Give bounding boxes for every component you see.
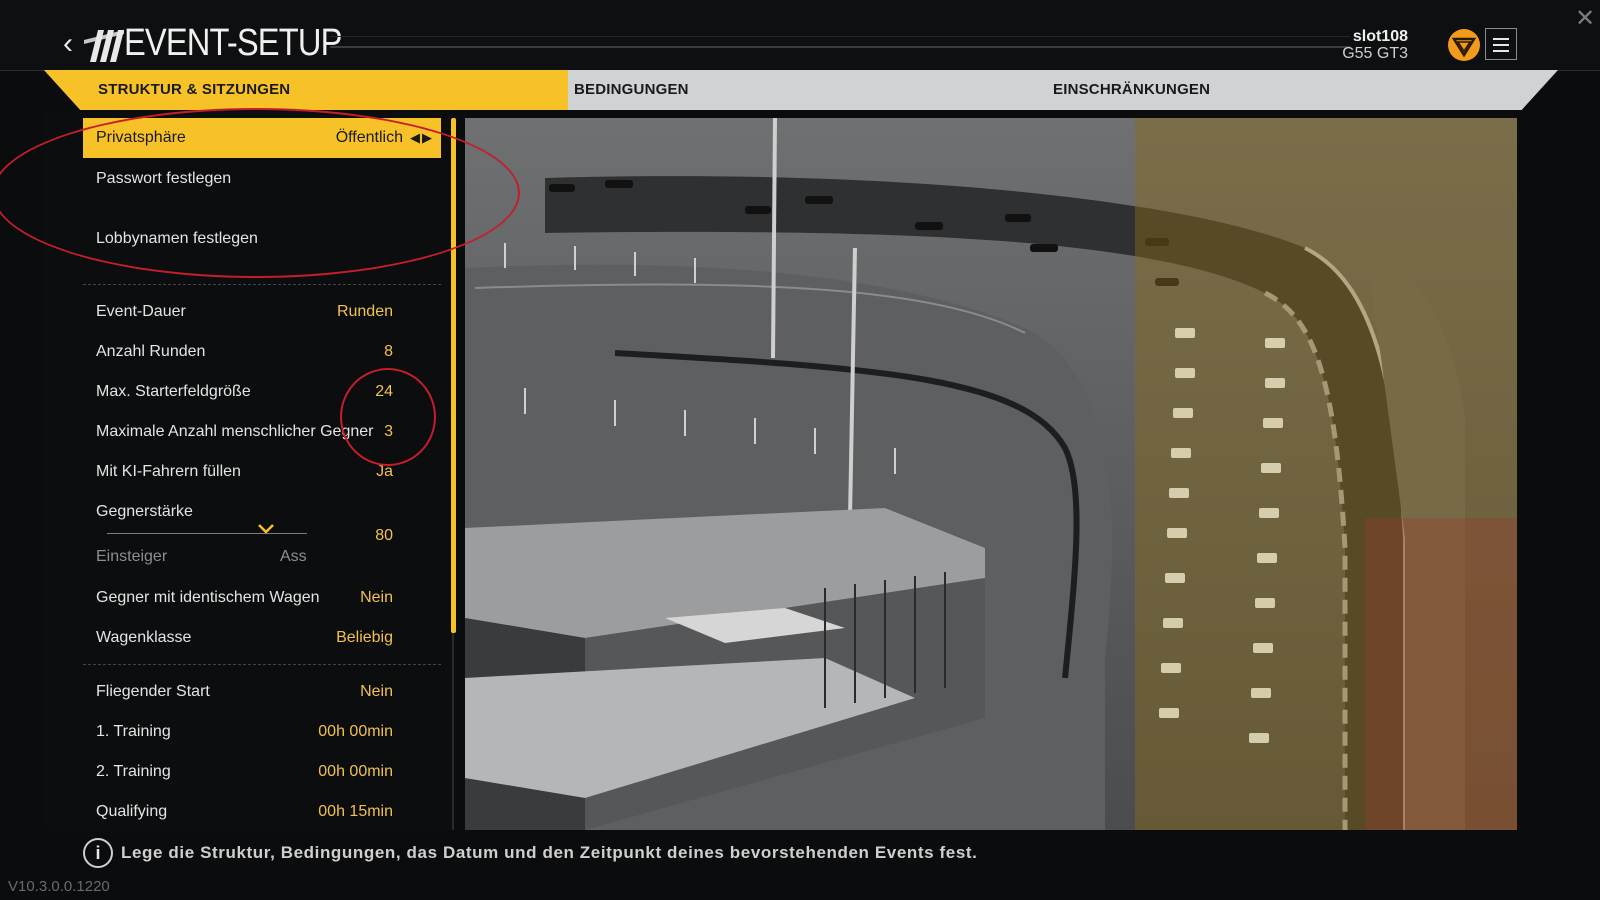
tab-bedingungen[interactable]: BEDINGUNGEN: [574, 70, 689, 110]
setting-practice2[interactable]: 2. Training 00h 00min: [83, 752, 441, 792]
setting-value: 00h 00min: [318, 723, 393, 740]
hamburger-menu-icon[interactable]: [1485, 28, 1517, 60]
slider-max-label: Ass: [280, 548, 307, 565]
slider-min-label: Einsteiger: [96, 548, 168, 565]
setting-event-duration[interactable]: Event-Dauer Runden: [83, 292, 441, 332]
page-title: EVENT-SETUP: [124, 22, 342, 64]
setting-identical-car[interactable]: Gegner mit identischem Wagen Nein: [83, 578, 441, 618]
setting-value: 8: [384, 343, 393, 360]
ai-strength-slider[interactable]: [107, 533, 307, 534]
setting-label: Fliegender Start: [96, 683, 210, 700]
setting-flying-start[interactable]: Fliegender Start Nein: [83, 672, 441, 712]
info-bar: i Lege die Struktur, Bedingungen, das Da…: [83, 838, 977, 868]
setting-label: Event-Dauer: [96, 303, 186, 320]
setting-lobbyname[interactable]: Lobbynamen festlegen: [83, 219, 441, 259]
title-rule: [330, 36, 1350, 37]
setting-laps[interactable]: Anzahl Runden 8: [83, 332, 441, 372]
setting-label: Gegner mit identischem Wagen: [96, 589, 320, 606]
setting-car-class[interactable]: Wagenklasse Beliebig: [83, 618, 441, 658]
setting-value: 24: [375, 383, 393, 400]
setting-value: Ja: [376, 463, 393, 480]
setting-qualifying[interactable]: Qualifying 00h 15min: [83, 792, 441, 832]
setting-password[interactable]: Passwort festlegen: [83, 159, 441, 199]
setting-label: Max. Starterfeldgröße: [96, 383, 251, 400]
section-divider: [83, 284, 441, 285]
setting-value: Öffentlich: [335, 129, 403, 146]
setting-label: Gegnerstärke: [96, 503, 193, 520]
setting-value: 00h 15min: [318, 803, 393, 820]
tab-einschraenkungen[interactable]: EINSCHRÄNKUNGEN: [1053, 70, 1210, 110]
setting-label: Anzahl Runden: [96, 343, 206, 360]
profile[interactable]: slot108 G55 GT3: [1342, 28, 1408, 62]
version-label: V10.3.0.0.1220: [8, 878, 110, 895]
setting-label: 2. Training: [96, 763, 171, 780]
slider-thumb-chevron-icon[interactable]: [257, 523, 275, 535]
tab-bar: STRUKTUR & SITZUNGEN BEDINGUNGEN EINSCHR…: [44, 70, 1558, 110]
setting-value: 80: [375, 527, 393, 544]
setting-label: Maximale Anzahl menschlicher Gegner: [96, 423, 374, 440]
setting-label: 1. Training: [96, 723, 171, 740]
setting-ai-fill[interactable]: Mit KI-Fahrern füllen Ja: [83, 452, 441, 492]
close-icon[interactable]: ✕: [1575, 4, 1595, 33]
section-divider: [83, 664, 441, 665]
setting-value: 00h 00min: [318, 763, 393, 780]
setting-label: Wagenklasse: [96, 629, 192, 646]
back-button[interactable]: ‹: [56, 28, 80, 62]
setting-human-opponents[interactable]: Maximale Anzahl menschlicher Gegner 3: [83, 412, 441, 452]
setting-value: Runden: [336, 303, 393, 320]
setting-label: Mit KI-Fahrern füllen: [96, 463, 241, 480]
setting-value: 3: [384, 423, 393, 440]
scrollbar-thumb[interactable]: [451, 118, 456, 633]
profile-name: slot108: [1352, 28, 1408, 45]
profile-car: G55 GT3: [1342, 45, 1408, 62]
setting-label: Qualifying: [96, 803, 168, 820]
tab-struktur-sitzungen[interactable]: STRUKTUR & SITZUNGEN: [44, 70, 568, 110]
setting-value: Nein: [360, 589, 393, 606]
setting-label: Privatsphäre: [96, 129, 186, 146]
team-shield-icon[interactable]: [1447, 28, 1481, 62]
track-preview-image: [465, 118, 1517, 830]
setting-grid-size[interactable]: Max. Starterfeldgröße 24: [83, 372, 441, 412]
setting-value: Nein: [360, 683, 393, 700]
info-icon: i: [83, 838, 113, 868]
setting-label: Lobbynamen festlegen: [96, 230, 258, 247]
top-bar: ‹ EVENT-SETUP slot108 G55 GT3 ✕: [0, 0, 1600, 71]
left-right-arrows-icon[interactable]: ◀▶: [410, 130, 434, 146]
setting-label: Passwort festlegen: [96, 170, 232, 187]
title-rule: [330, 46, 1350, 48]
setting-privacy[interactable]: Privatsphäre Öffentlich ◀▶: [83, 118, 441, 158]
setting-value: Beliebig: [336, 629, 393, 646]
info-text: Lege die Struktur, Bedingungen, das Datu…: [121, 843, 978, 862]
setting-practice1[interactable]: 1. Training 00h 00min: [83, 712, 441, 752]
logo-stripes-icon: [84, 30, 124, 62]
